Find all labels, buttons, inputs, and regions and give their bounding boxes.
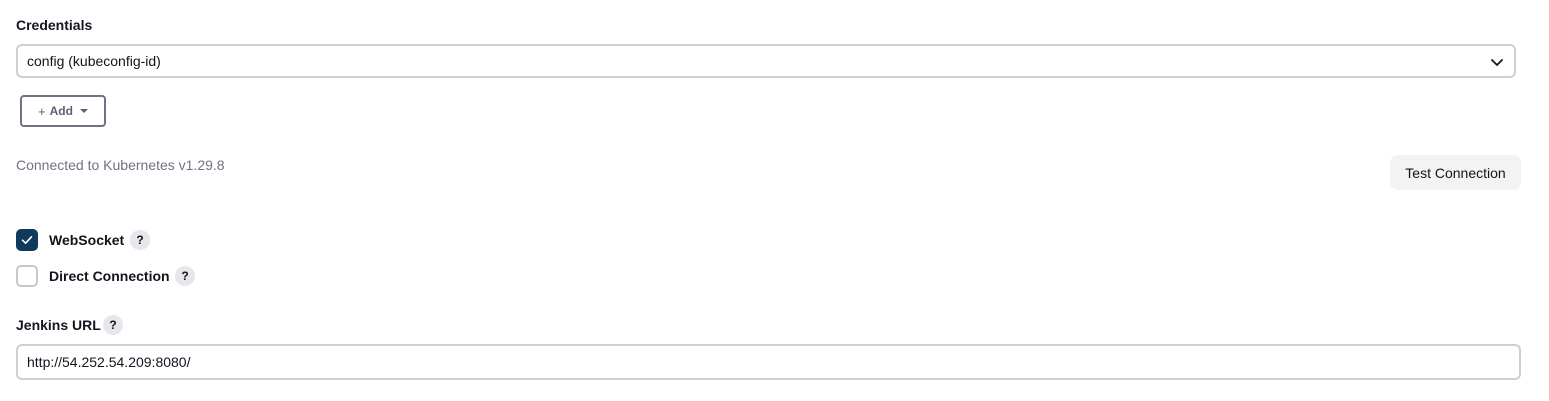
checkmark-icon	[21, 236, 33, 244]
direct-connection-help-icon[interactable]: ?	[175, 266, 195, 286]
kubernetes-cloud-config-form: Credentials config (kubeconfig-id) + Add…	[0, 0, 1549, 401]
jenkins-url-help-icon[interactable]: ?	[103, 315, 123, 335]
websocket-checkbox[interactable]	[16, 229, 38, 251]
add-button-label: Add	[49, 104, 73, 118]
credentials-selected-value: config (kubeconfig-id)	[27, 53, 161, 69]
jenkins-url-input[interactable]	[16, 344, 1521, 380]
plus-icon: +	[38, 103, 46, 119]
caret-down-icon	[79, 109, 88, 113]
websocket-label[interactable]: WebSocket	[49, 231, 124, 249]
credentials-label: Credentials	[16, 17, 93, 33]
test-connection-button[interactable]: Test Connection	[1390, 155, 1521, 190]
credentials-select[interactable]: config (kubeconfig-id)	[16, 44, 1516, 78]
add-credentials-button[interactable]: + Add	[20, 95, 106, 127]
chevron-down-icon	[1491, 59, 1503, 66]
direct-connection-checkbox[interactable]	[16, 265, 38, 287]
jenkins-url-label: Jenkins URL	[16, 317, 101, 333]
connection-status: Connected to Kubernetes v1.29.8	[16, 157, 225, 173]
direct-connection-label[interactable]: Direct Connection	[49, 267, 170, 285]
websocket-help-icon[interactable]: ?	[130, 230, 150, 250]
